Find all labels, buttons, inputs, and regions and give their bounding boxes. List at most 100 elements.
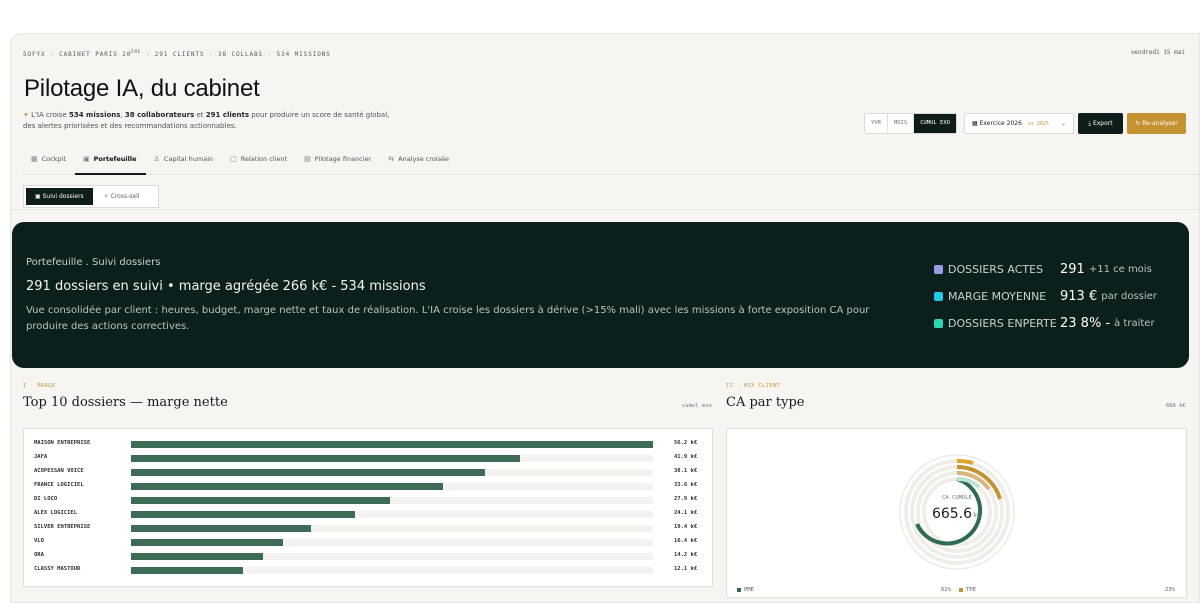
hero-breadcrumb: Portefeuille . Suivi dossiers <box>26 257 161 268</box>
tab-label: Capital humain <box>163 155 214 163</box>
export-label: Export <box>1092 120 1113 127</box>
page-title: Pilotage IA, du cabinet <box>24 75 260 102</box>
bar <box>131 553 263 560</box>
bar-category-label: MAISON ENTREPRISE <box>34 440 91 446</box>
subtab-label: Cross-sell <box>110 193 140 200</box>
bar-value-label: 16.4 k€ <box>674 538 698 544</box>
subtab-suivi-dossiers[interactable]: ▣ Suivi dossiers <box>26 188 93 205</box>
bar-value-label: 56.2 k€ <box>674 440 698 446</box>
kpi-color-dot <box>934 265 943 274</box>
refresh-icon: ↻ <box>1135 120 1141 127</box>
main-tabs: ▦ Cockpit ▣ Portefeuille ♙ Capital humain ▢… <box>23 151 1199 175</box>
kpi-label: MARGE MOYENNE <box>948 290 1047 303</box>
bar-track <box>131 441 653 448</box>
compare-label: vs 2025 <box>1027 121 1049 127</box>
bar-row: SILVER ENTREPRISE 19.4 k€ <box>34 522 704 536</box>
tab-pilotage-financier[interactable]: ▤ Pilotage financier <box>296 151 380 175</box>
bar-value-label: 41.9 k€ <box>674 454 698 460</box>
legend-item-pme-pct: 62% <box>941 587 951 593</box>
tab-cockpit[interactable]: ▦ Cockpit <box>23 151 75 175</box>
bar-value-label: 27.9 k€ <box>674 496 698 502</box>
bar-value-label: 12.1 k€ <box>674 566 698 572</box>
bar-track <box>131 455 653 462</box>
legend-pct: 23% <box>1165 587 1175 593</box>
bar-category-label: VLO <box>34 538 44 544</box>
grid-icon: ▦ <box>31 155 38 163</box>
tab-label: Portefeuille <box>93 155 137 163</box>
tab-analyse-croisee[interactable]: ⇆ Analyse croisée <box>380 151 458 175</box>
page-description: ✦ L'IA croise 534 missions, 38 collabora… <box>23 111 390 130</box>
download-icon: ⤓ <box>1088 120 1092 127</box>
section-note-mix: 666 k€ <box>1166 403 1186 409</box>
bar-row: ACOPESSAN VOICE 38.1 k€ <box>34 466 704 480</box>
period-option-mois[interactable]: MOIS <box>888 114 915 133</box>
legend-label: PME <box>744 587 754 593</box>
bar-row: FRANCE LOGICIEL 33.6 k€ <box>34 480 704 494</box>
subtab-label: Suivi dossiers <box>42 193 84 200</box>
legend-pct: 62% <box>941 587 951 593</box>
section-note-marge: cumul exo <box>682 403 712 409</box>
calendar-icon: ▤ <box>304 155 311 163</box>
donut-chart: CA CUMULÉ 665.6 k€ <box>899 454 1015 570</box>
bar-category-label: DI LOCO <box>34 496 58 502</box>
kpi-suffix: +11 ce mois <box>1088 264 1152 275</box>
legend-label: TPE <box>966 587 976 593</box>
tab-portefeuille[interactable]: ▣ Portefeuille <box>74 151 146 175</box>
period-option-cumul-exo[interactable]: CUMUL EXO <box>914 114 956 133</box>
sub-tabs: ▣ Suivi dossiers ✧ Cross-sell <box>23 185 159 208</box>
section-tag-mix: II · MIX CLIENT <box>726 383 781 389</box>
tab-label: Relation client <box>240 155 288 163</box>
section-title-mix: CA par type <box>726 395 805 410</box>
tab-label: Pilotage financier <box>314 155 372 163</box>
bar-value-label: 24.1 k€ <box>674 510 698 516</box>
bar-row: ORA 14.2 k€ <box>34 550 704 564</box>
bar-track <box>131 567 653 574</box>
tab-relation-client[interactable]: ▢ Relation client <box>222 151 296 175</box>
bar <box>131 539 283 546</box>
donut-center-unit: k€ <box>973 512 980 519</box>
kpi-list: DOSSIERS ACTES 291 +11 ce mois MARGE MOY… <box>934 256 1157 337</box>
sparkle-icon: ✦ <box>23 111 29 119</box>
bar-track <box>131 553 653 560</box>
subtab-cross-sell[interactable]: ✧ Cross-sell <box>95 188 149 205</box>
reanalyse-button[interactable]: ↻ Re-analyser <box>1127 113 1186 134</box>
bar-category-label: FRANCE LOGICIEL <box>34 482 84 488</box>
kpi-marge-moyenne: MARGE MOYENNE 913 € par dossier <box>934 283 1157 310</box>
kpi-suffix: par dossier <box>1101 291 1157 302</box>
kpi-value: 913 € <box>1060 289 1098 304</box>
kpi-label: DOSSIERS ACTES <box>948 263 1044 276</box>
kpi-suffix: à traiter <box>1114 318 1155 329</box>
bar-row: ALEX LOGICIEL 24.1 k€ <box>34 508 704 522</box>
exercise-select[interactable]: ▦ Exercice 2026 vs 2025 ⌄ <box>964 113 1074 134</box>
chat-icon: ▢ <box>230 155 237 163</box>
kpi-dossiers-actes: DOSSIERS ACTES 291 +11 ce mois <box>934 256 1157 283</box>
reanalyse-label: Re-analyser <box>1142 120 1178 127</box>
bar-row: MAISON ENTREPRISE 56.2 k€ <box>34 438 704 452</box>
kpi-label: DOSSIERS ENPERTE <box>948 317 1057 330</box>
period-option-yvr[interactable]: YVR <box>865 114 888 133</box>
legend-item-tpe: TPE <box>959 587 976 593</box>
donut-center-value: 665.6 <box>932 506 972 522</box>
bar-category-label: SILVER ENTREPRISE <box>34 524 91 530</box>
tab-capital-humain[interactable]: ♙ Capital humain <box>146 151 223 175</box>
bar-track <box>131 525 653 532</box>
kpi-color-dot <box>934 319 943 328</box>
bar-track <box>131 511 653 518</box>
bar-track <box>131 497 653 504</box>
bar <box>131 483 443 490</box>
bar <box>131 525 311 532</box>
kpi-value: 23 8% - <box>1060 316 1111 331</box>
cabinet-summary: SOFYX · CABINET PARIS 20ÈME · 291 CLIENT… <box>23 49 331 58</box>
hero-text: Vue consolidée par client : heures, budg… <box>26 305 870 332</box>
current-date: vendredi 15 mai <box>1130 49 1185 56</box>
mix-client-card: CA CUMULÉ 665.6 k€ PME 62% TPE 23% <box>726 428 1187 598</box>
bar-value-label: 14.2 k€ <box>674 552 698 558</box>
legend-item-pme: PME <box>737 587 754 593</box>
bar-value-label: 19.4 k€ <box>674 524 698 530</box>
bar-category-label: CLASSY MASTOUR <box>34 566 81 572</box>
calendar-icon: ▦ <box>972 120 978 127</box>
bar-value-label: 33.6 k€ <box>674 482 698 488</box>
hero-headline: 291 dossiers en suivi • marge agrégée 26… <box>26 279 426 294</box>
export-button[interactable]: ⤓ Export <box>1078 113 1123 134</box>
sparkle-icon: ✧ <box>103 193 109 200</box>
